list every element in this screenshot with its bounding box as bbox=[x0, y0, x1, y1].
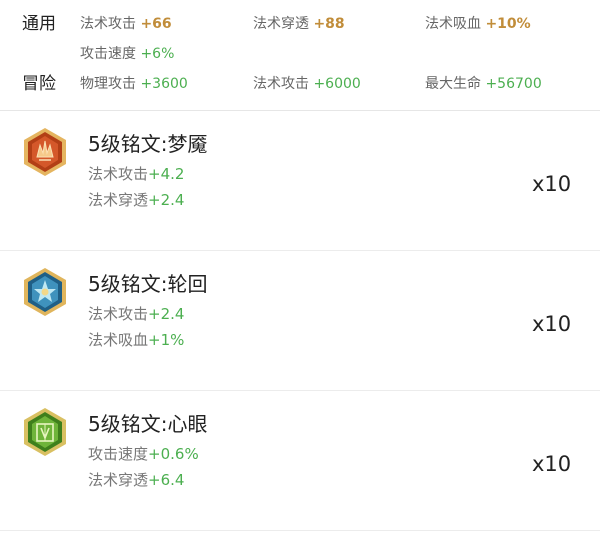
rune-summary-panel: 通用 法术攻击 +66 法术穿透 +88 法术吸血 +10% 攻击速度 +6% … bbox=[0, 0, 600, 110]
summary-stat: 物理攻击 +3600 bbox=[80, 76, 188, 92]
rune-stat: 法术攻击+2.4 bbox=[88, 305, 185, 323]
summary-general-label: 通用 bbox=[22, 14, 56, 34]
mind-eye-rune-icon bbox=[24, 408, 66, 456]
rune-card-mind-eye[interactable]: 5级铭文:心眼 攻击速度+0.6% 法术穿透+6.4 x10 bbox=[0, 391, 600, 531]
summary-stat: 法术穿透 +88 bbox=[253, 16, 345, 32]
rune-stat: 攻击速度+0.6% bbox=[88, 445, 199, 463]
rune-title: 5级铭文:心眼 bbox=[88, 412, 208, 436]
rune-stat: 法术吸血+1% bbox=[88, 331, 185, 349]
summary-stat: 法术攻击 +6000 bbox=[253, 76, 361, 92]
summary-stat: 法术吸血 +10% bbox=[425, 16, 531, 32]
reincarnation-rune-icon bbox=[24, 268, 66, 316]
summary-stat: 最大生命 +56700 bbox=[425, 76, 542, 92]
rune-card-nightmare[interactable]: 5级铭文:梦魇 法术攻击+4.2 法术穿透+2.4 x10 bbox=[0, 111, 600, 251]
rune-title: 5级铭文:轮回 bbox=[88, 272, 208, 296]
rune-stat: 法术攻击+4.2 bbox=[88, 165, 185, 183]
rune-title: 5级铭文:梦魇 bbox=[88, 132, 208, 156]
rune-card-reincarnation[interactable]: 5级铭文:轮回 法术攻击+2.4 法术吸血+1% x10 bbox=[0, 251, 600, 391]
rune-divider bbox=[0, 530, 600, 531]
rune-stat: 法术穿透+2.4 bbox=[88, 191, 185, 209]
rune-count: x10 bbox=[532, 172, 572, 196]
summary-stat: 法术攻击 +66 bbox=[80, 16, 172, 32]
rune-count: x10 bbox=[532, 312, 572, 336]
rune-stat: 法术穿透+6.4 bbox=[88, 471, 185, 489]
summary-stat: 攻击速度 +6% bbox=[80, 46, 175, 62]
summary-row-general-extra: 攻击速度 +6% bbox=[0, 42, 600, 66]
summary-row-adventure: 冒险 物理攻击 +3600 法术攻击 +6000 最大生命 +56700 bbox=[0, 72, 600, 96]
summary-row-general: 通用 法术攻击 +66 法术穿透 +88 法术吸血 +10% bbox=[0, 12, 600, 36]
nightmare-rune-icon bbox=[24, 128, 66, 176]
summary-adventure-label: 冒险 bbox=[22, 74, 56, 94]
rune-count: x10 bbox=[532, 452, 572, 476]
